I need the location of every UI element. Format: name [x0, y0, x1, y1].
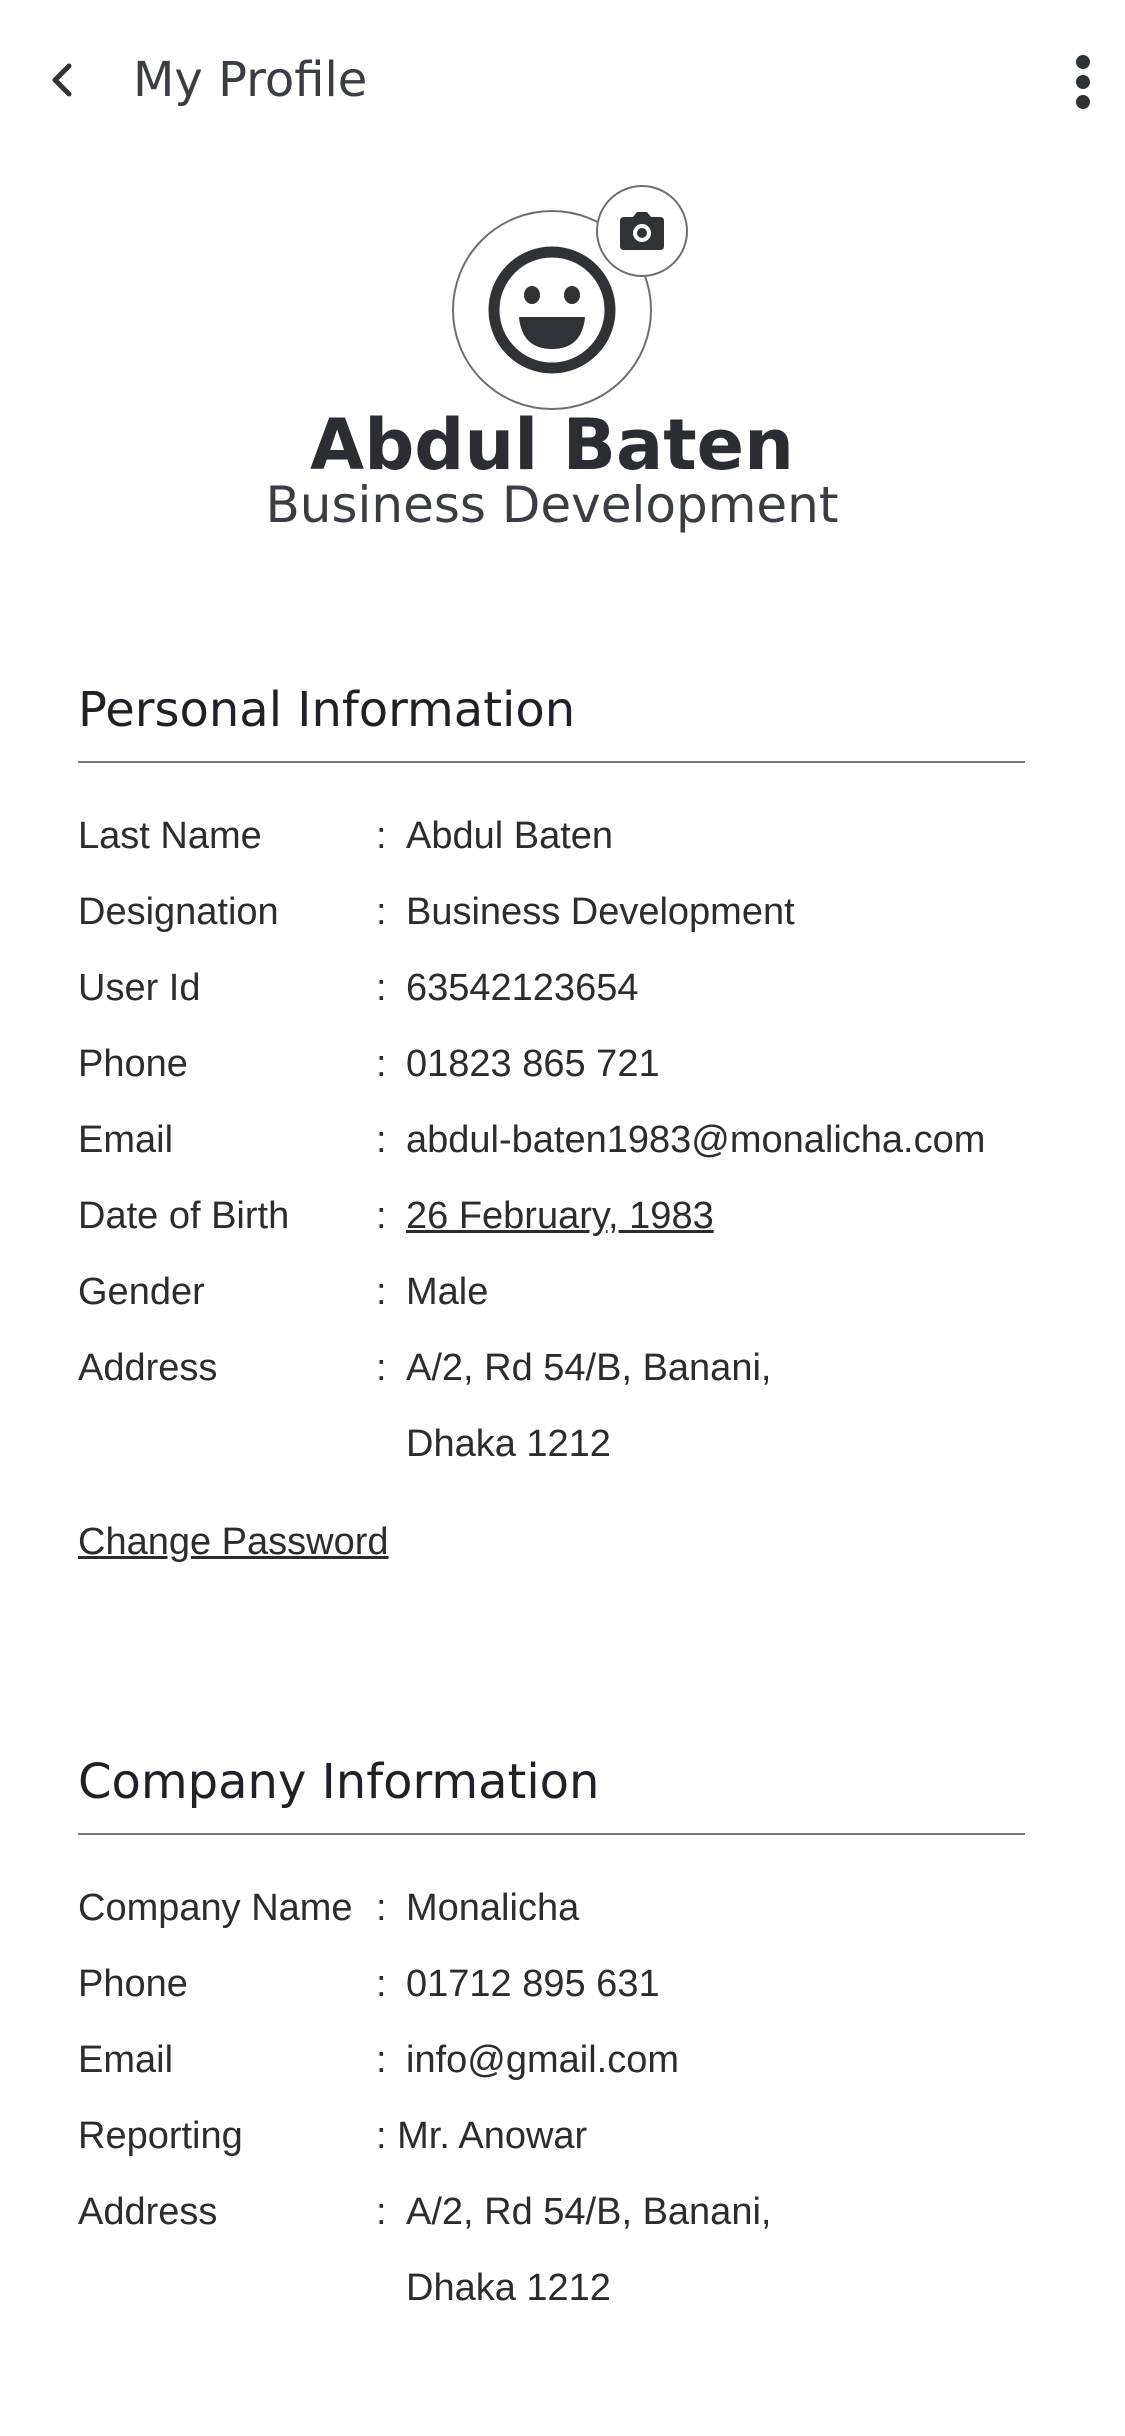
date-of-birth-link[interactable]: 26 February, 1983 — [406, 1186, 714, 1246]
row-value: abdul-baten1983@monalicha.com — [406, 1119, 986, 1161]
info-row-email: Email : abdul-baten1983@monalicha.com — [78, 1110, 1078, 1170]
row-separator: : — [376, 1119, 387, 1161]
info-row-designation: Designation : Business Development — [78, 882, 1078, 942]
profile-name: Abdul Baten — [310, 404, 794, 486]
row-value: 01712 895 631 — [406, 1963, 660, 2005]
row-value: A/2, Rd 54/B, Banani, — [406, 1347, 772, 1389]
row-separator: : — [376, 2191, 387, 2233]
row-label: Date of Birth — [78, 1195, 290, 1237]
company-row-email: Email : info@gmail.com — [78, 2030, 1078, 2090]
row-separator: : — [376, 1887, 387, 1929]
row-value: 63542123654 — [406, 967, 639, 1009]
row-value: 01823 865 721 — [406, 1043, 660, 1085]
row-value: info@gmail.com — [406, 2039, 679, 2081]
row-label: Reporting — [78, 2115, 243, 2157]
company-row-reporting: Reporting : Mr. Anowar — [78, 2106, 1078, 2166]
row-label: Last Name — [78, 815, 262, 857]
row-label: Email — [78, 1119, 174, 1161]
info-row-address: Address : A/2, Rd 54/B, Banani, — [78, 1338, 1078, 1398]
row-separator: : — [376, 1043, 387, 1085]
row-label: User Id — [78, 967, 201, 1009]
row-value: Abdul Baten — [406, 815, 614, 857]
company-info-heading: Company Information — [78, 1754, 600, 1810]
company-row-phone: Phone : 01712 895 631 — [78, 1954, 1078, 2014]
row-label: Phone — [78, 1043, 188, 1085]
address-line-2: Dhaka 1212 — [406, 1423, 611, 1465]
row-label: Address — [78, 1347, 218, 1389]
row-label: Designation — [78, 891, 279, 933]
back-button[interactable] — [40, 48, 84, 112]
change-password-link[interactable]: Change Password — [78, 1512, 389, 1572]
personal-info-heading: Personal Information — [78, 682, 576, 738]
row-label: Address — [78, 2191, 218, 2233]
row-label: Company Name — [78, 1887, 353, 1929]
row-label: Phone — [78, 1963, 188, 2005]
row-separator: : — [376, 1963, 387, 2005]
profile-role: Business Development — [265, 476, 839, 534]
chevron-left-icon — [52, 63, 72, 97]
row-value: : Mr. Anowar — [376, 2115, 588, 2157]
row-value: Male — [406, 1271, 489, 1313]
row-separator: : — [376, 2039, 387, 2081]
row-separator: : — [376, 891, 387, 933]
smiley-face-icon — [488, 246, 616, 374]
row-value: A/2, Rd 54/B, Banani, — [406, 2191, 772, 2233]
row-value: Monalicha — [406, 1887, 580, 1929]
more-options-button[interactable] — [1061, 50, 1105, 114]
info-row-date-of-birth: Date of Birth : 26 February, 1983 — [78, 1186, 1078, 1246]
info-row-last-name: Last Name : Abdul Baten — [78, 806, 1078, 866]
company-row-name: Company Name : Monalicha — [78, 1878, 1078, 1938]
change-photo-button[interactable] — [596, 185, 688, 277]
top-app-bar: My Profile — [0, 0, 1125, 160]
info-row-phone: Phone : 01823 865 721 — [78, 1034, 1078, 1094]
personal-info-divider — [78, 761, 1025, 763]
row-separator: : — [376, 967, 387, 1009]
row-separator: : — [376, 1347, 387, 1389]
row-value: Business Development — [406, 891, 795, 933]
row-separator: : — [376, 815, 387, 857]
page-title: My Profile — [133, 52, 368, 108]
company-row-address: Address : A/2, Rd 54/B, Banani, — [78, 2182, 1078, 2242]
more-vertical-icon — [1076, 55, 1090, 109]
row-separator: : — [376, 1195, 387, 1237]
row-separator: : — [376, 1271, 387, 1313]
camera-icon — [620, 212, 664, 250]
info-row-user-id: User Id : 63542123654 — [78, 958, 1078, 1018]
row-label: Email — [78, 2039, 174, 2081]
company-info-divider — [78, 1833, 1025, 1835]
info-row-gender: Gender : Male — [78, 1262, 1078, 1322]
company-address-line-2: Dhaka 1212 — [406, 2267, 611, 2309]
row-label: Gender — [78, 1271, 205, 1313]
